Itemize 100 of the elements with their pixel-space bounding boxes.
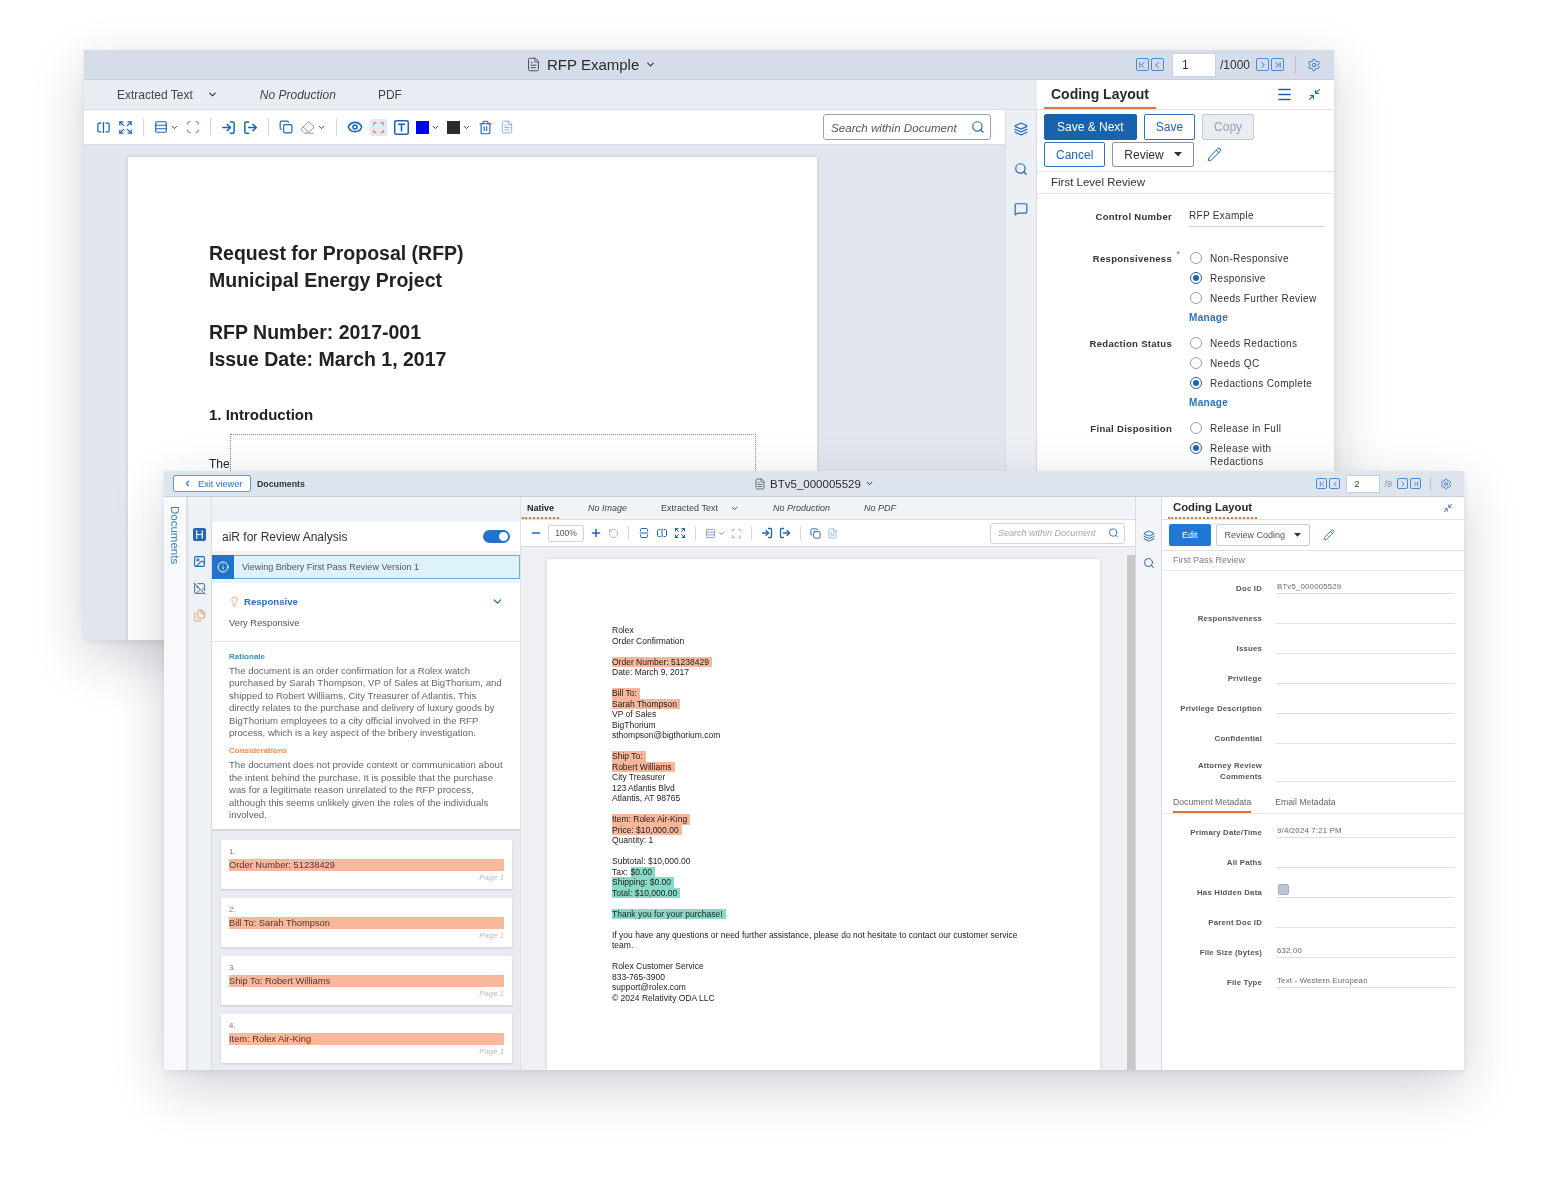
checkbox[interactable] — [1278, 884, 1289, 895]
pencil-icon[interactable] — [1323, 529, 1336, 541]
arrow-into-box-icon[interactable] — [221, 119, 236, 135]
layers-icon[interactable] — [1014, 122, 1028, 136]
action-button[interactable]: Edit — [1169, 524, 1211, 546]
expand-icon[interactable] — [674, 527, 686, 539]
toggle-switch[interactable] — [483, 530, 510, 543]
plus-icon[interactable] — [590, 527, 602, 539]
chevron-down-icon[interactable] — [864, 479, 874, 488]
eraser-icon[interactable] — [300, 119, 315, 135]
copy-icon[interactable] — [279, 120, 293, 134]
dropdown-button[interactable]: Review Coding — [1215, 524, 1311, 546]
expand-icon[interactable] — [118, 119, 133, 135]
view-tab[interactable]: No Image — [583, 497, 633, 519]
color-swatch-icon[interactable] — [447, 120, 460, 134]
breadcrumb-label[interactable]: Documents — [257, 478, 305, 489]
split-square-icon[interactable] — [96, 119, 111, 135]
radio-button[interactable] — [1190, 357, 1202, 369]
color-swatch-icon[interactable] — [416, 120, 429, 134]
chevron-down-icon[interactable] — [718, 529, 725, 537]
action-button[interactable]: Save & Next — [1044, 114, 1137, 140]
rows-icon[interactable] — [154, 120, 168, 134]
comment-icon[interactable] — [1014, 202, 1028, 216]
dropdown-button[interactable]: Review — [1112, 142, 1194, 167]
split-square-icon[interactable] — [638, 527, 650, 539]
view-tab[interactable]: PDF — [377, 80, 402, 109]
radio-label[interactable]: Non-Responsive — [1210, 248, 1289, 268]
view-tab[interactable]: Extracted Text — [117, 80, 218, 109]
next-page-button[interactable] — [1256, 58, 1269, 71]
metadata-tab[interactable]: Email Metadata — [1275, 797, 1336, 813]
panel-title[interactable]: Coding Layout — [1168, 499, 1258, 519]
view-tab[interactable]: No Production — [767, 497, 835, 519]
exit-viewer-button[interactable]: Exit viewer — [173, 475, 251, 492]
search-icon[interactable] — [1142, 557, 1155, 569]
menu-icon[interactable] — [1276, 86, 1293, 103]
radio-label[interactable]: Needs Redactions — [1210, 333, 1298, 353]
documents-side-tab[interactable]: Documents — [169, 506, 181, 565]
view-tab[interactable]: No PDF — [858, 497, 901, 519]
radio-label[interactable]: Needs QC — [1210, 353, 1260, 373]
search-icon[interactable] — [971, 120, 985, 134]
file-icon[interactable] — [500, 120, 514, 134]
settings-icon[interactable] — [1307, 57, 1321, 72]
field-value[interactable]: RFP Example — [1189, 206, 1325, 227]
metadata-tab[interactable]: Document Metadata — [1173, 797, 1252, 813]
document-title[interactable]: RFP Example — [547, 56, 640, 73]
settings-icon[interactable] — [1440, 477, 1452, 490]
manage-link[interactable]: Manage — [1189, 393, 1229, 412]
first-page-button[interactable] — [1135, 58, 1149, 71]
previous-page-button[interactable] — [1150, 58, 1164, 71]
eye-icon[interactable] — [347, 119, 363, 135]
collapse-arrows-icon[interactable] — [1308, 88, 1321, 101]
last-page-button[interactable] — [1410, 478, 1421, 489]
corner-brackets-icon[interactable] — [186, 120, 200, 134]
trash-icon[interactable] — [478, 119, 493, 135]
document-title[interactable]: BTv5_000005529 — [770, 477, 861, 490]
radio-label[interactable]: Release in Full — [1210, 418, 1282, 438]
arrow-out-box-icon[interactable] — [779, 527, 791, 539]
action-button[interactable]: Save — [1143, 114, 1196, 140]
next-page-button[interactable] — [1397, 478, 1408, 489]
pencil-icon[interactable] — [1206, 147, 1222, 162]
arrow-into-box-icon[interactable] — [761, 527, 773, 539]
panel-title[interactable]: Coding Layout — [1044, 84, 1156, 109]
action-button[interactable]: Cancel — [1044, 142, 1106, 167]
search-icon[interactable] — [1014, 162, 1028, 176]
view-tab[interactable]: No Production — [259, 80, 336, 109]
radio-label[interactable]: Needs Further Review — [1210, 288, 1317, 308]
radio-label[interactable]: Redactions Complete — [1210, 373, 1313, 393]
scrollbar[interactable] — [1127, 555, 1135, 1070]
search-field[interactable]: Search within Document — [990, 522, 1125, 544]
copy-icon[interactable] — [810, 527, 821, 539]
radio-button[interactable] — [1190, 252, 1202, 264]
text-box-icon[interactable] — [394, 119, 409, 135]
view-tab[interactable]: Extracted Text — [656, 497, 744, 519]
zoom-field[interactable]: 100% — [548, 524, 584, 542]
corner-brackets-icon[interactable] — [370, 118, 387, 136]
page-number-field[interactable]: 2 — [1346, 474, 1381, 493]
split-square-icon[interactable] — [656, 527, 668, 539]
radio-button[interactable] — [1190, 377, 1202, 389]
collapse-arrows-icon[interactable] — [1443, 503, 1453, 513]
radio-label[interactable]: Responsive — [1210, 268, 1266, 288]
last-page-button[interactable] — [1271, 58, 1284, 71]
layers-icon[interactable] — [1142, 530, 1155, 542]
image-slash-icon[interactable] — [193, 582, 206, 595]
rows-icon[interactable] — [705, 527, 716, 539]
search-icon[interactable] — [1108, 527, 1119, 539]
radio-button[interactable] — [1190, 422, 1202, 434]
radio-button[interactable] — [1190, 337, 1202, 349]
first-page-button[interactable] — [1316, 478, 1328, 489]
heading-tile-icon[interactable] — [193, 528, 206, 541]
previous-page-button[interactable] — [1329, 478, 1341, 489]
page-number-field[interactable]: 1 — [1171, 52, 1216, 77]
lightbulb-icon — [229, 596, 240, 607]
radio-button[interactable] — [1190, 292, 1202, 304]
radio-button[interactable] — [1190, 442, 1202, 454]
search-field[interactable]: Search within Document — [823, 114, 991, 140]
chevron-down-icon[interactable] — [645, 59, 657, 70]
image-icon[interactable] — [193, 555, 206, 568]
radio-label[interactable]: Release with Redactions — [1210, 438, 1322, 471]
manage-link[interactable]: Manage — [1189, 308, 1229, 327]
radio-button[interactable] — [1190, 272, 1202, 284]
